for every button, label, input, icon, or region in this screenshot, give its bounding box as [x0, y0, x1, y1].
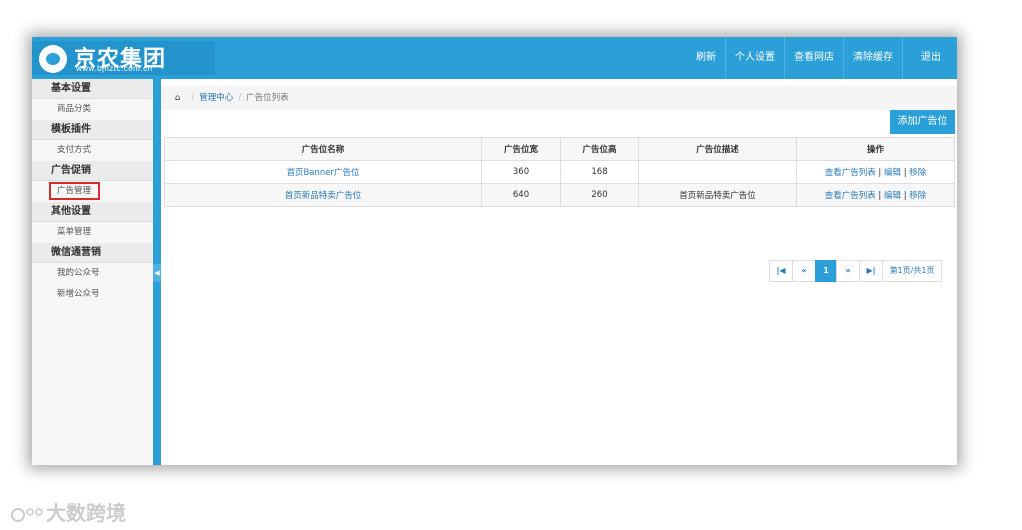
column-header: 广告位描述 [638, 137, 797, 161]
sidebar-group-basic[interactable]: 基本设置 [32, 79, 153, 99]
page-number-current[interactable]: 1 [815, 260, 837, 282]
breadcrumb-current: 广告位列表 [246, 93, 289, 103]
cell-width: 640 [481, 183, 561, 207]
nav-logout[interactable]: 退出 [902, 37, 957, 79]
edit-link[interactable]: 编辑 [884, 168, 901, 178]
sidebar-group-other[interactable]: 其他设置 [32, 202, 153, 222]
prev-page-icon[interactable]: « [792, 260, 816, 282]
sidebar-item-label: 广告管理 [49, 182, 101, 200]
cell-desc: 首页新品特卖广告位 [638, 183, 797, 207]
top-bar: 京农集团 www.bjnztc.com.cn 刷新 个人设置 查看网店 清除缓存… [32, 37, 957, 79]
cell-width: 360 [481, 160, 561, 184]
home-icon[interactable]: ⌂ [175, 93, 180, 103]
cell-name[interactable]: 首页新品特卖广告位 [164, 183, 482, 207]
sidebar-item-add-account[interactable]: 新增公众号 [32, 284, 153, 305]
cell-actions: 查看广告列表 | 编辑 | 移除 [796, 183, 955, 207]
add-ad-slot-button[interactable]: 添加广告位 [890, 110, 955, 134]
table-row: 首页新品特卖广告位 640 260 首页新品特卖广告位 查看广告列表 | 编辑 … [164, 183, 955, 207]
cell-actions: 查看广告列表 | 编辑 | 移除 [796, 160, 955, 184]
nav-clear-cache[interactable]: 清除缓存 [843, 37, 902, 79]
sidebar-item-menu[interactable]: 菜单管理 [32, 222, 153, 243]
edit-link[interactable]: 编辑 [884, 191, 901, 201]
collapse-arrow-icon[interactable]: ◀ [153, 264, 161, 282]
sidebar-group-wechat[interactable]: 微信通营销 [32, 243, 153, 263]
cell-name[interactable]: 首页Banner广告位 [164, 160, 482, 184]
sidebar-item-label: 菜单管理 [57, 227, 92, 237]
sidebar-item-label: 支付方式 [57, 145, 92, 155]
sidebar: 基本设置 商品分类 模板插件 支付方式 广告促销 广告管理 其他设置 菜单管理 … [32, 79, 153, 465]
watermark: 大数跨境 [10, 497, 126, 526]
column-header: 操作 [796, 137, 955, 161]
table-header-row: 广告位名称 广告位宽 广告位高 广告位描述 操作 [164, 137, 955, 161]
sidebar-group-templates[interactable]: 模板插件 [32, 120, 153, 140]
column-header: 广告位宽 [481, 137, 561, 161]
breadcrumb: ⌂ / 管理中心 / 广告位列表 [161, 86, 957, 110]
remove-link[interactable]: 移除 [909, 168, 926, 178]
logo-icon [39, 45, 67, 73]
top-nav: 刷新 个人设置 查看网店 清除缓存 退出 [687, 37, 957, 79]
nav-view-store[interactable]: 查看网店 [784, 37, 843, 79]
remove-link[interactable]: 移除 [909, 191, 926, 201]
breadcrumb-separator: / [238, 93, 242, 103]
cell-height: 260 [560, 183, 639, 207]
last-page-icon[interactable]: ▶| [859, 260, 883, 282]
next-page-icon[interactable]: » [836, 260, 860, 282]
watermark-logo-icon [11, 507, 43, 522]
logo-subtitle: www.bjnztc.com.cn [76, 64, 153, 73]
ad-slot-name-link[interactable]: 首页新品特卖广告位 [285, 191, 362, 201]
sidebar-item-categories[interactable]: 商品分类 [32, 99, 153, 120]
sidebar-item-my-accounts[interactable]: 我的公众号 [32, 263, 153, 284]
cell-height: 168 [560, 160, 639, 184]
pagination: |◀ « 1 » ▶| 第1页/共1页 [769, 260, 942, 282]
cell-desc [638, 160, 797, 184]
sidebar-item-ad-management[interactable]: 广告管理 [32, 181, 153, 202]
main-content: ⌂ / 管理中心 / 广告位列表 添加广告位 广告位名称 广告位宽 广告位高 广告位描述… [161, 79, 957, 465]
watermark-text: 大数跨境 [46, 501, 126, 525]
app-window: 京农集团 www.bjnztc.com.cn 刷新 个人设置 查看网店 清除缓存… [32, 37, 957, 465]
ad-slot-table: 广告位名称 广告位宽 广告位高 广告位描述 操作 首页Banner广告位 360… [164, 137, 955, 207]
sidebar-item-label: 我的公众号 [57, 268, 100, 278]
nav-personal-settings[interactable]: 个人设置 [725, 37, 784, 79]
logo: 京农集团 www.bjnztc.com.cn [32, 41, 215, 75]
ad-slot-name-link[interactable]: 首页Banner广告位 [286, 168, 359, 178]
sidebar-item-label: 新增公众号 [57, 289, 100, 299]
sidebar-group-promotion[interactable]: 广告促销 [32, 161, 153, 181]
sidebar-item-payment[interactable]: 支付方式 [32, 140, 153, 161]
table-row: 首页Banner广告位 360 168 查看广告列表 | 编辑 | 移除 [164, 160, 955, 184]
breadcrumb-parent[interactable]: 管理中心 [199, 93, 233, 103]
breadcrumb-separator: / [191, 93, 195, 103]
first-page-icon[interactable]: |◀ [769, 260, 793, 282]
column-header: 广告位名称 [164, 137, 482, 161]
sidebar-splitter[interactable]: ◀ [153, 79, 161, 465]
view-ads-link[interactable]: 查看广告列表 [825, 168, 876, 178]
sidebar-item-label: 商品分类 [57, 104, 92, 114]
page-info: 第1页/共1页 [882, 260, 942, 282]
view-ads-link[interactable]: 查看广告列表 [825, 191, 876, 201]
nav-refresh[interactable]: 刷新 [687, 37, 725, 79]
column-header: 广告位高 [560, 137, 639, 161]
